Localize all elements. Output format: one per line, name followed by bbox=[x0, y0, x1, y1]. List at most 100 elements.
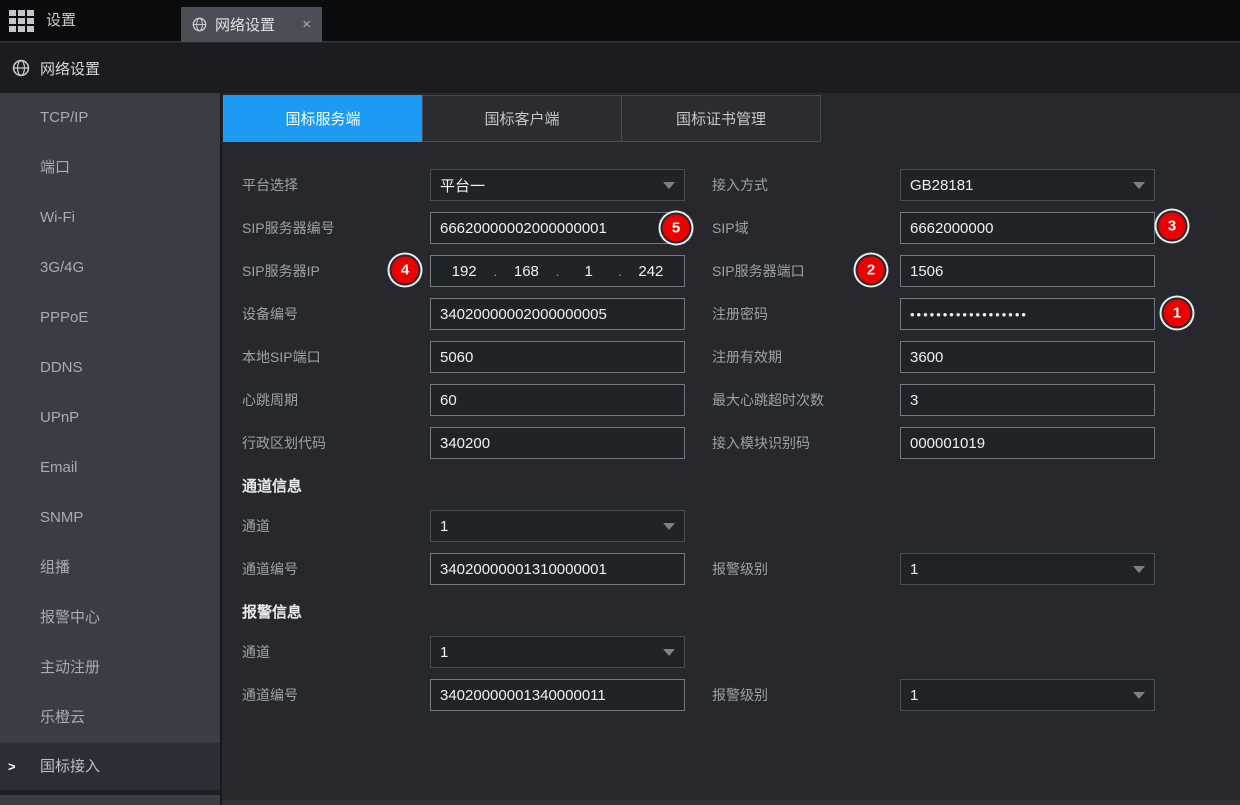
alarm-channel-id-label: 通道编号 bbox=[242, 685, 430, 705]
access-type-label: 接入方式 bbox=[712, 175, 900, 195]
form-row: 通道编号 报警级别 1 bbox=[242, 553, 1240, 585]
max-heartbeat-timeout-label: 最大心跳超时次数 bbox=[712, 390, 900, 410]
alarm-info-level-select-value: 1 bbox=[910, 687, 918, 704]
alarm-info-section-title: 报警信息 bbox=[242, 601, 1240, 622]
sidebar-item-port[interactable]: 端口 bbox=[0, 143, 220, 193]
ip-dot: . bbox=[491, 264, 499, 279]
ip-octet-1[interactable]: 192 bbox=[437, 263, 491, 280]
sip-server-id-label: SIP服务器编号 bbox=[242, 218, 430, 238]
callout-badge-5: 5 bbox=[663, 215, 690, 242]
alarm-channel-select[interactable]: 1 bbox=[430, 636, 685, 668]
form-row: 设备编号 注册密码 bbox=[242, 298, 1240, 330]
platform-label: 平台选择 bbox=[242, 175, 430, 195]
sidebar-item-lechange[interactable]: 乐橙云 bbox=[0, 693, 220, 743]
device-id-input[interactable] bbox=[430, 298, 685, 330]
access-type-select-value: GB28181 bbox=[910, 177, 973, 194]
device-id-label: 设备编号 bbox=[242, 304, 430, 324]
alarm-level-select[interactable]: 1 bbox=[900, 553, 1155, 585]
apps-grid-icon[interactable] bbox=[9, 10, 35, 34]
alarm-channel-label: 通道 bbox=[242, 642, 430, 662]
main-content: 国标服务端 国标客户端 国标证书管理 平台选择 平台一 接入方式 GB28181… bbox=[222, 93, 1240, 805]
ip-octet-4[interactable]: 242 bbox=[624, 263, 678, 280]
sidebar-item-gb-access[interactable]: > 国标接入 bbox=[0, 743, 220, 790]
network-settings-window: 设置 网络设置 × 网络设置 TCP/IP 端口 Wi-Fi 3G/4G PPP… bbox=[0, 0, 1240, 805]
alarm-channel-id-input[interactable] bbox=[430, 679, 685, 711]
sip-server-id-input[interactable] bbox=[430, 212, 685, 244]
form-row: SIP服务器编号 SIP域 bbox=[242, 212, 1240, 244]
form-row: 本地SIP端口 注册有效期 bbox=[242, 341, 1240, 373]
sidebar-item-label: 国标接入 bbox=[40, 758, 100, 775]
register-valid-period-input[interactable] bbox=[900, 341, 1155, 373]
max-heartbeat-timeout-input[interactable] bbox=[900, 384, 1155, 416]
alarm-info-level-label: 报警级别 bbox=[712, 685, 900, 705]
sip-server-port-input[interactable] bbox=[900, 255, 1155, 287]
channel-id-input[interactable] bbox=[430, 553, 685, 585]
settings-home-tab[interactable]: 设置 bbox=[46, 0, 76, 41]
chevron-down-icon bbox=[663, 182, 675, 189]
sidebar-item-ddns[interactable]: DDNS bbox=[0, 343, 220, 393]
admin-region-code-input[interactable] bbox=[430, 427, 685, 459]
local-sip-port-input[interactable] bbox=[430, 341, 685, 373]
tab-gb-client[interactable]: 国标客户端 bbox=[422, 95, 622, 142]
tab-gb-server[interactable]: 国标服务端 bbox=[223, 95, 423, 142]
access-module-id-label: 接入模块识别码 bbox=[712, 433, 900, 453]
form-row: 通道编号 报警级别 1 bbox=[242, 679, 1240, 711]
alarm-info-level-select[interactable]: 1 bbox=[900, 679, 1155, 711]
alarm-level-label: 报警级别 bbox=[712, 559, 900, 579]
alarm-channel-select-value: 1 bbox=[440, 644, 448, 661]
chevron-down-icon bbox=[663, 523, 675, 530]
callout-badge-1: 1 bbox=[1164, 300, 1191, 327]
sidebar-item-email[interactable]: Email bbox=[0, 443, 220, 493]
sidebar-item-pppoe[interactable]: PPPoE bbox=[0, 293, 220, 343]
chevron-down-icon bbox=[1133, 566, 1145, 573]
tab-gb-certificate[interactable]: 国标证书管理 bbox=[621, 95, 821, 142]
ip-dot: . bbox=[616, 264, 624, 279]
channel-select[interactable]: 1 bbox=[430, 510, 685, 542]
ip-octet-2[interactable]: 168 bbox=[499, 263, 553, 280]
sidebar-item-tcpip[interactable]: TCP/IP bbox=[0, 93, 220, 143]
sidebar-item-alarm-center[interactable]: 报警中心 bbox=[0, 593, 220, 643]
form-row: 平台选择 平台一 接入方式 GB28181 bbox=[242, 169, 1240, 201]
callout-badge-2: 2 bbox=[858, 257, 885, 284]
sidebar-item-upnp[interactable]: UPnP bbox=[0, 393, 220, 443]
form-row: 通道 1 bbox=[242, 510, 1240, 542]
gb-server-form: 平台选择 平台一 接入方式 GB28181 SIP服务器编号 SIP域 bbox=[222, 169, 1240, 711]
register-password-label: 注册密码 bbox=[712, 304, 900, 324]
page-title: 网络设置 bbox=[40, 58, 100, 79]
sidebar-item-snmp[interactable]: SNMP bbox=[0, 493, 220, 543]
access-type-select[interactable]: GB28181 bbox=[900, 169, 1155, 201]
callout-badge-3: 3 bbox=[1159, 213, 1186, 240]
globe-icon bbox=[192, 17, 207, 32]
platform-select-value: 平台一 bbox=[440, 175, 485, 196]
sidebar-item-auto-register[interactable]: 主动注册 bbox=[0, 643, 220, 693]
ip-octet-3[interactable]: 1 bbox=[562, 263, 616, 280]
sip-domain-input[interactable] bbox=[900, 212, 1155, 244]
channel-select-value: 1 bbox=[440, 518, 448, 535]
channel-info-section-title: 通道信息 bbox=[242, 475, 1240, 496]
window-tab-network-settings[interactable]: 网络设置 × bbox=[181, 7, 322, 42]
sip-domain-label: SIP域 bbox=[712, 218, 900, 238]
chevron-right-icon: > bbox=[8, 743, 16, 790]
register-password-input[interactable] bbox=[900, 298, 1155, 330]
chevron-down-icon bbox=[1133, 182, 1145, 189]
platform-select[interactable]: 平台一 bbox=[430, 169, 685, 201]
window-tab-label: 网络设置 bbox=[215, 14, 275, 35]
form-row: 行政区划代码 接入模块识别码 bbox=[242, 427, 1240, 459]
channel-id-label: 通道编号 bbox=[242, 559, 430, 579]
sidebar-item-wifi[interactable]: Wi-Fi bbox=[0, 193, 220, 243]
sidebar-item-3g4g[interactable]: 3G/4G bbox=[0, 243, 220, 293]
top-bar: 设置 网络设置 × bbox=[0, 0, 1240, 42]
sip-server-ip-input[interactable]: 192 . 168 . 1 . 242 bbox=[430, 255, 685, 287]
admin-region-code-label: 行政区划代码 bbox=[242, 433, 430, 453]
chevron-down-icon bbox=[1133, 692, 1145, 699]
channel-label: 通道 bbox=[242, 516, 430, 536]
close-icon[interactable]: × bbox=[302, 17, 311, 32]
register-valid-period-label: 注册有效期 bbox=[712, 347, 900, 367]
chevron-down-icon bbox=[663, 649, 675, 656]
globe-icon bbox=[12, 59, 30, 77]
bottom-scrollbar-strip[interactable] bbox=[222, 800, 1240, 805]
heartbeat-period-input[interactable] bbox=[430, 384, 685, 416]
access-module-id-input[interactable] bbox=[900, 427, 1155, 459]
sidebar-item-multicast[interactable]: 组播 bbox=[0, 543, 220, 593]
callout-badge-4: 4 bbox=[392, 257, 419, 284]
